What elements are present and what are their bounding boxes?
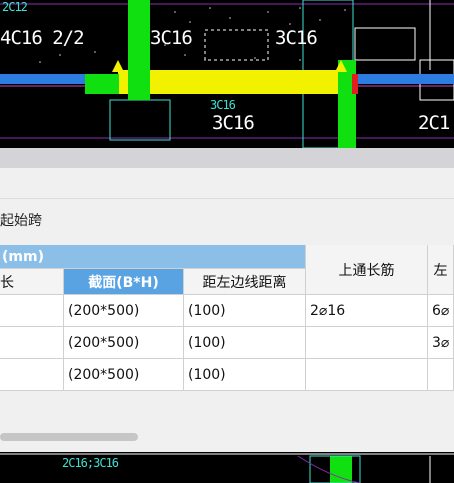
cad-label: 3C16 xyxy=(212,112,255,134)
start-span-label: 起始跨 xyxy=(0,213,42,229)
table-cell-section[interactable]: (200*500) xyxy=(64,359,184,391)
cad-label: 3C16 xyxy=(275,27,318,49)
column-header-top-bar[interactable]: 上通长筋 xyxy=(306,245,428,295)
cad-canvas-bottom[interactable]: 2C16;3C16 xyxy=(0,452,454,483)
table-cell[interactable] xyxy=(0,327,64,359)
scrollbar-thumb[interactable] xyxy=(0,433,138,441)
table-cell-top-bar[interactable]: 2⌀16 xyxy=(306,295,428,327)
column-header-left[interactable]: 左 xyxy=(428,245,454,295)
cad-label: 3C16 xyxy=(150,27,193,49)
group-header: (mm) xyxy=(0,245,306,269)
column-header-section[interactable]: 截面(B*H) xyxy=(64,269,184,295)
table-cell-left-bar[interactable]: 6⌀ xyxy=(428,295,454,327)
table-cell-distance[interactable]: (100) xyxy=(184,295,306,327)
cad-canvas-top[interactable]: 2C12 4C16 2/2 3C16 3C16 3C16 3C16 2C1 xyxy=(0,0,454,148)
table-cell-left-bar[interactable] xyxy=(428,359,454,391)
cad-label: 2C16;3C16 xyxy=(62,456,119,470)
column-header-length[interactable]: 长 xyxy=(0,269,64,295)
table-cell[interactable] xyxy=(0,295,64,327)
table-cell-top-bar[interactable] xyxy=(306,359,428,391)
horizontal-scrollbar[interactable] xyxy=(0,431,454,443)
table-cell-section[interactable]: (200*500) xyxy=(64,327,184,359)
span-table-panel: 起始跨 (mm) 上通长筋 左 长 截面(B*H) 距左边线距离 (200*50… xyxy=(0,148,454,452)
table-cell-top-bar[interactable] xyxy=(306,327,428,359)
cad-label: 3C16 xyxy=(210,98,236,112)
cad-label: 2C1 xyxy=(418,112,450,134)
table-cell-left-bar[interactable]: 3⌀ xyxy=(428,327,454,359)
cad-label: 4C16 2/2 xyxy=(0,27,85,49)
column-header-distance[interactable]: 距左边线距离 xyxy=(184,269,306,295)
table-cell-section[interactable]: (200*500) xyxy=(64,295,184,327)
table-cell-distance[interactable]: (100) xyxy=(184,327,306,359)
panel-toolbar xyxy=(0,168,454,199)
table-cell-distance[interactable]: (100) xyxy=(184,359,306,391)
table-cell[interactable] xyxy=(0,359,64,391)
panel-titlebar xyxy=(0,148,454,169)
cad-label: 2C12 xyxy=(2,0,28,14)
